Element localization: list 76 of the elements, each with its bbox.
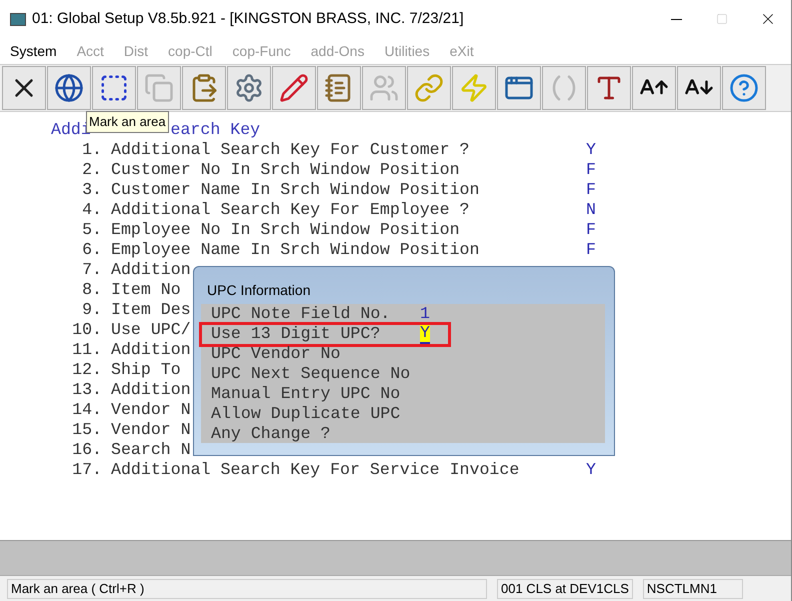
toolbar-button[interactable] xyxy=(2,66,46,110)
window-title: 01: Global Setup V8.5b.921 - [KINGSTON BRASS, INC. 7/23/21] xyxy=(32,8,464,29)
item-number: 11. xyxy=(72,340,102,360)
field-label: Any Change ? xyxy=(211,424,332,444)
toolbar-button[interactable] xyxy=(587,66,631,110)
item-number: 7. xyxy=(81,260,102,280)
setting-value: Y xyxy=(586,140,596,160)
setting-value: F xyxy=(586,220,596,240)
item-number: 17. xyxy=(72,460,102,480)
section-heading: earch Key xyxy=(170,120,260,140)
field-label: Manual Entry UPC No xyxy=(211,384,402,404)
setting-value: N xyxy=(586,200,596,220)
setting-label: Addition xyxy=(111,340,191,360)
setting-value: F xyxy=(586,160,596,180)
status-session: 001 CLS at DEV1CLS xyxy=(497,578,633,598)
setting-label: Employee No In Srch Window Position xyxy=(111,220,460,240)
item-number: 3. xyxy=(81,180,102,200)
field-label: UPC Vendor No xyxy=(211,344,342,364)
item-number: 4. xyxy=(81,200,102,220)
item-number: 12. xyxy=(72,360,102,380)
item-number: 2. xyxy=(81,160,102,180)
setting-label: Additional Search Key For Employee ? xyxy=(111,200,470,220)
status-message: Mark an area ( Ctrl+R ) xyxy=(7,578,487,598)
menu-item[interactable]: System xyxy=(10,40,57,62)
setting-label: Additional Search Key For Service Invoice xyxy=(111,460,520,480)
setting-label: Employee Name In Srch Window Position xyxy=(111,240,480,260)
setting-label: Item No xyxy=(111,280,181,300)
setting-label: Item Des xyxy=(111,300,191,320)
users-icon xyxy=(369,73,399,103)
setting-value: F xyxy=(586,240,596,260)
setting-label: Additional Search Key For Customer ? xyxy=(111,140,470,160)
field-label: Allow Duplicate UPC xyxy=(211,404,402,424)
setting-label: Customer Name In Srch Window Position xyxy=(111,180,480,200)
lightning-icon xyxy=(459,73,489,103)
setting-label: Addition xyxy=(111,260,191,280)
field-label: UPC Note Field No. xyxy=(211,304,392,324)
item-number: 6. xyxy=(81,240,102,260)
toolbar-button[interactable] xyxy=(677,66,721,110)
item-number: 10. xyxy=(72,320,102,340)
app-icon xyxy=(10,12,26,26)
setting-label: Addition xyxy=(111,380,191,400)
setting-label: Search N xyxy=(111,440,191,460)
settings-icon xyxy=(234,73,264,103)
field-value[interactable]: 1 xyxy=(420,304,430,324)
status-program: NSCTLMN1 xyxy=(642,578,743,598)
item-number: 15. xyxy=(72,420,102,440)
setting-value: Y xyxy=(586,460,596,480)
toolbar-button[interactable] xyxy=(47,66,91,110)
setting-label: Ship To xyxy=(111,360,181,380)
dialog-title: UPC Information xyxy=(206,281,312,300)
help-icon xyxy=(729,73,759,103)
toolbar-button[interactable] xyxy=(92,66,136,110)
item-number: 13. xyxy=(72,380,102,400)
item-number: 1. xyxy=(81,140,102,160)
dashed-square-icon xyxy=(99,73,129,103)
field-label: UPC Next Sequence No xyxy=(211,364,412,384)
field-label: Use 13 Digit UPC? xyxy=(211,324,382,344)
item-number: 8. xyxy=(81,280,102,300)
tooltip: Mark an area xyxy=(86,111,169,133)
copy-icon xyxy=(144,73,174,103)
item-number: 9. xyxy=(81,300,102,320)
link-icon xyxy=(414,73,444,103)
field-value[interactable]: Y xyxy=(420,324,430,344)
maximize-icon xyxy=(716,13,728,25)
pencil-icon xyxy=(279,73,309,103)
item-number: 5. xyxy=(81,220,102,240)
item-number: 14. xyxy=(72,400,102,420)
setting-label: Customer No In Srch Window Position xyxy=(111,160,460,180)
item-number: 16. xyxy=(72,440,102,460)
setting-label: Vendor N xyxy=(111,400,191,420)
setting-label: Use UPC/ xyxy=(111,320,191,340)
minimize-icon xyxy=(670,18,682,20)
globe-icon xyxy=(54,73,84,103)
setting-label: Vendor N xyxy=(111,420,191,440)
toolbar-button[interactable] xyxy=(632,66,676,110)
setting-value: F xyxy=(586,180,596,200)
